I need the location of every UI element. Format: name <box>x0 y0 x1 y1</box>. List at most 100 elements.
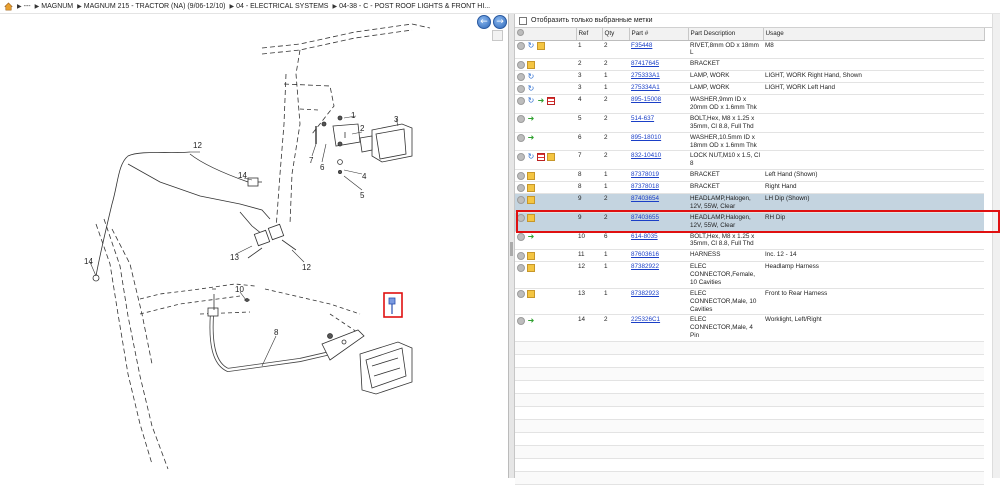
table-row[interactable]: 2 2 87417645 BRACKET <box>515 58 984 72</box>
header-ref[interactable]: Ref <box>576 28 603 41</box>
table-row[interactable]: 9 2 87403654 HEADLAMP,Halogen, 12V, 55W, Cl… <box>515 193 984 213</box>
info-circle-icon[interactable] <box>517 134 525 143</box>
info-circle-icon[interactable] <box>517 251 525 260</box>
callout-14-top[interactable]: 14 <box>238 171 247 180</box>
table-row[interactable]: ➜ 14 2 225326C1 ELEC CONNECTOR,Male, 4 Pin Wo… <box>515 314 984 342</box>
info-circle-icon[interactable] <box>517 263 525 272</box>
table-row[interactable]: 8 1 87378018 BRACKET Right Hand <box>515 181 984 195</box>
info-circle-icon[interactable] <box>517 84 525 93</box>
stack-icon[interactable] <box>547 96 555 105</box>
part-number-link[interactable]: 225326C1 <box>631 316 660 323</box>
breadcrumb-item[interactable]: ▶ --- <box>17 3 31 10</box>
part-number-link[interactable]: 87382923 <box>631 290 659 297</box>
part-number-link[interactable]: 895-15008 <box>631 96 661 103</box>
info-circle-icon[interactable] <box>517 171 525 180</box>
breadcrumb-label[interactable]: --- <box>24 3 31 10</box>
breadcrumb-item[interactable]: ▶ 04-38 - C - POST ROOF LIGHTS & FRONT HI… <box>332 3 490 10</box>
info-circle-icon[interactable] <box>517 96 525 105</box>
callout-11[interactable]: 12 <box>193 141 202 150</box>
callout-12[interactable]: 12 <box>302 263 311 272</box>
table-row[interactable]: ➜ 10 6 614-8035 BOLT,Hex, M8 x 1.25 x 35mm, … <box>515 231 984 251</box>
callout-4[interactable]: 4 <box>362 172 367 181</box>
callout-6[interactable]: 6 <box>320 163 325 172</box>
info-circle-icon[interactable] <box>517 152 525 161</box>
part-number-link[interactable]: 87382922 <box>631 263 659 270</box>
table-row[interactable]: ↻ ➜ 4 2 895-15008 WASHER,9mm ID x 20mm OD x 1… <box>515 94 984 114</box>
table-row[interactable]: 11 1 87603616 HARNESS Inc. 12 - 14 <box>515 249 984 263</box>
breadcrumb-label[interactable]: 04-38 - C - POST ROOF LIGHTS & FRONT HI.… <box>339 3 490 10</box>
header-circle-icon[interactable] <box>517 29 524 37</box>
splitter-grip[interactable] <box>510 242 513 256</box>
table-row[interactable]: ↻ 1 2 F35448 RIVET,8mm OD x 18mm L M8 <box>515 40 984 60</box>
package-icon[interactable] <box>527 263 535 272</box>
header-usage[interactable]: Usage <box>763 28 985 41</box>
table-row[interactable]: ➜ 6 2 895-18010 WASHER,10.5mm ID x 18mm OD x… <box>515 132 984 152</box>
info-circle-icon[interactable] <box>517 233 525 242</box>
part-number-link[interactable]: 87417645 <box>631 60 659 67</box>
package-icon[interactable] <box>537 42 545 50</box>
part-number-link[interactable]: 832-10410 <box>631 152 661 159</box>
header-qty[interactable]: Qty <box>602 28 630 41</box>
show-selected-checkbox[interactable] <box>519 16 527 25</box>
callout-2[interactable]: 2 <box>360 124 365 133</box>
callout-1[interactable]: 1 <box>351 111 356 120</box>
part-number-link[interactable]: 275333A1 <box>631 72 660 79</box>
package-icon[interactable] <box>547 152 555 161</box>
part-number-link[interactable]: 614-8035 <box>631 233 658 240</box>
refresh-arrow-icon[interactable]: ↻ <box>527 42 535 50</box>
info-circle-icon[interactable] <box>517 195 525 204</box>
table-row[interactable]: 12 1 87382922 ELEC CONNECTOR,Female, 10 Cav… <box>515 261 984 289</box>
green-arrow-icon[interactable]: ➜ <box>537 96 545 105</box>
green-arrow-icon[interactable]: ➜ <box>527 233 535 241</box>
package-icon[interactable] <box>527 60 535 69</box>
breadcrumb-label[interactable]: 04 - ELECTRICAL SYSTEMS <box>236 3 328 10</box>
green-arrow-icon[interactable]: ➜ <box>527 134 535 142</box>
refresh-arrow-icon[interactable]: ↻ <box>527 84 535 93</box>
table-row[interactable]: 9 2 87403655 HEADLAMP,Halogen, 12V, 55W, Cl… <box>515 212 984 232</box>
part-number-link[interactable]: 514-637 <box>631 115 654 122</box>
package-icon[interactable] <box>527 290 535 299</box>
info-circle-icon[interactable] <box>517 72 525 81</box>
stack-icon[interactable] <box>537 152 545 161</box>
breadcrumb-item[interactable]: ▶ MAGNUM <box>35 3 74 10</box>
refresh-arrow-icon[interactable]: ↻ <box>527 72 535 81</box>
table-row[interactable]: ↻ 3 1 275333A1 LAMP, WORK LIGHT, WORK Right H… <box>515 70 984 84</box>
breadcrumb-item[interactable]: ▶ 04 - ELECTRICAL SYSTEMS <box>230 3 329 10</box>
info-circle-icon[interactable] <box>517 60 525 69</box>
refresh-arrow-icon[interactable]: ↻ <box>527 152 535 161</box>
callout-8[interactable]: 8 <box>274 328 279 337</box>
part-number-link[interactable]: 895-18010 <box>631 134 661 141</box>
part-number-link[interactable]: 87378019 <box>631 171 659 178</box>
info-circle-icon[interactable] <box>517 316 525 325</box>
callout-3[interactable]: 3 <box>394 115 399 124</box>
info-circle-icon[interactable] <box>517 115 525 124</box>
package-icon[interactable] <box>527 195 535 204</box>
table-row[interactable]: 13 1 87382923 ELEC CONNECTOR,Male, 10 Cavit… <box>515 288 984 316</box>
callout-13[interactable]: 13 <box>230 253 239 262</box>
breadcrumb-label[interactable]: MAGNUM <box>41 3 73 10</box>
package-icon[interactable] <box>527 214 535 223</box>
part-number-link[interactable]: 87403655 <box>631 214 659 221</box>
callout-7[interactable]: 7 <box>309 156 314 165</box>
table-row[interactable]: ➜ 5 2 514-637 BOLT,Hex, M8 x 1.25 x 35mm, Cl… <box>515 113 984 133</box>
table-row[interactable]: 8 1 87378019 BRACKET Left Hand (Shown) <box>515 169 984 183</box>
table-row[interactable]: ↻ 7 2 832-10410 LOCK NUT,M10 x 1.5, Cl 8 <box>515 150 984 171</box>
info-circle-icon[interactable] <box>517 214 525 223</box>
green-arrow-icon[interactable]: ➜ <box>527 316 535 325</box>
package-icon[interactable] <box>527 183 535 192</box>
green-arrow-icon[interactable]: ➜ <box>527 115 535 123</box>
package-icon[interactable] <box>527 251 535 260</box>
table-row[interactable]: ↻ 3 1 275334A1 LAMP, WORK LIGHT, WORK Left Ha… <box>515 82 984 96</box>
part-number-link[interactable]: 87603616 <box>631 251 659 258</box>
header-description[interactable]: Part Description <box>688 28 764 41</box>
part-number-link[interactable]: 275334A1 <box>631 84 660 91</box>
info-circle-icon[interactable] <box>517 42 525 50</box>
info-circle-icon[interactable] <box>517 183 525 192</box>
part-number-link[interactable]: 87378018 <box>631 183 659 190</box>
callout-5[interactable]: 5 <box>360 191 365 200</box>
part-number-link[interactable]: 87403654 <box>631 195 659 202</box>
callout-10[interactable]: 10 <box>235 285 244 294</box>
breadcrumb-label[interactable]: MAGNUM 215 - TRACTOR (NA) (9/06-12/10) <box>84 3 226 10</box>
refresh-arrow-icon[interactable]: ↻ <box>527 96 535 105</box>
info-circle-icon[interactable] <box>517 290 525 299</box>
